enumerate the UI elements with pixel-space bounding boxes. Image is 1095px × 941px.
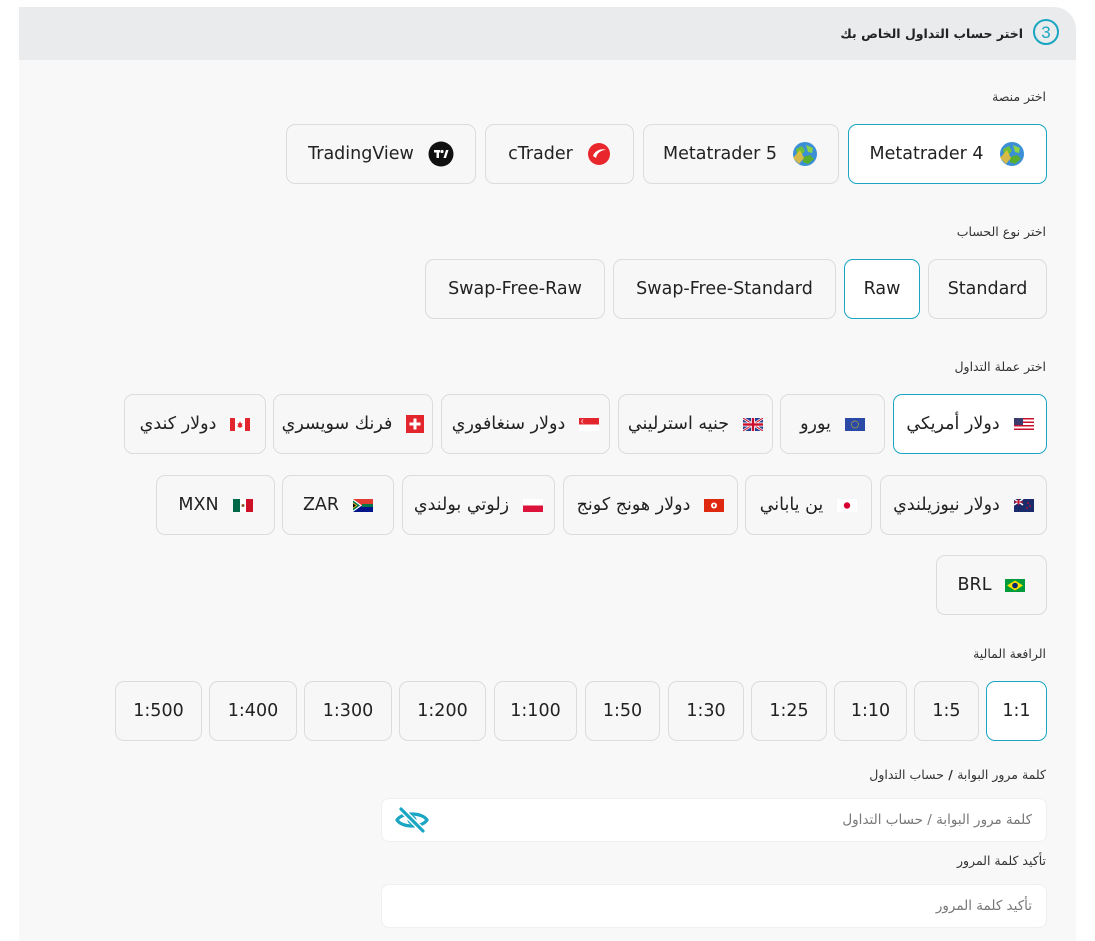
currency-option-cad[interactable]: دولار كندي [124, 394, 266, 454]
currency-option-label: MXN [178, 495, 219, 515]
sg-flag-icon [579, 417, 600, 431]
leverage-option-label: 1:25 [769, 701, 809, 721]
leverage-option-label: 1:50 [602, 701, 643, 721]
currency-option-sgd[interactable]: دولار سنغافوري [441, 394, 610, 454]
pl-flag-icon [523, 498, 544, 512]
leverage-option-1-400[interactable]: 1:400 [209, 681, 297, 741]
step-number-badge: 3 [1033, 19, 1059, 45]
currency-option-label: ين ياباني [759, 495, 824, 515]
account-type-raw[interactable]: Raw [844, 259, 920, 319]
currency-option-label: يورو [800, 414, 831, 434]
hk-flag-icon [704, 498, 725, 512]
leverage-option-1-200[interactable]: 1:200 [399, 681, 486, 741]
currency-option-hkd[interactable]: دولار هونج كونج [563, 475, 738, 535]
leverage-option-1-10[interactable]: 1:10 [834, 681, 907, 741]
account-type-swap-free-raw[interactable]: Swap-Free-Raw [425, 259, 605, 319]
leverage-label: الرافعة المالية [973, 646, 1046, 661]
account-type-option-label: Swap-Free-Raw [448, 279, 582, 299]
leverage-option-label: 1:10 [850, 701, 891, 721]
currency-option-chf[interactable]: فرنك سويسري [273, 394, 433, 454]
eye-slash-icon[interactable] [394, 805, 430, 839]
us-flag-icon [1013, 417, 1034, 431]
nz-flag-icon [1013, 498, 1034, 512]
password-input[interactable]: كلمة مرور البوابة / حساب التداول [381, 798, 1047, 842]
account-type-label: اختر نوع الحساب [956, 224, 1046, 239]
password-label-separator: / [943, 767, 958, 782]
currency-option-eur[interactable]: يورو [780, 394, 885, 454]
platform-option-mt4[interactable]: Metatrader 4 [848, 124, 1047, 184]
jp-flag-icon [837, 498, 858, 512]
currency-option-usd[interactable]: دولار أمريكي [893, 394, 1047, 454]
currency-option-brl[interactable]: BRL [936, 555, 1047, 615]
confirm-password-input[interactable]: تأكيد كلمة المرور [381, 884, 1047, 928]
currency-option-label: ZAR [302, 495, 340, 515]
currency-option-gbp[interactable]: جنيه استرليني [618, 394, 773, 454]
leverage-option-label: 1:400 [227, 701, 279, 721]
account-type-option-label: Swap-Free-Standard [636, 279, 813, 299]
currency-option-label: فرنك سويسري [281, 414, 393, 434]
currency-option-mxn[interactable]: MXN [156, 475, 275, 535]
ca-flag-icon [230, 417, 251, 431]
eu-flag-icon [844, 417, 865, 431]
confirm-password-label: تأكيد كلمة المرور [956, 853, 1046, 868]
leverage-option-1-25[interactable]: 1:25 [751, 681, 827, 741]
platform-option-mt5[interactable]: Metatrader 5 [643, 124, 839, 184]
password-placeholder: كلمة مرور البوابة / حساب التداول [842, 812, 1032, 828]
leverage-option-1-100[interactable]: 1:100 [494, 681, 577, 741]
currency-option-label: زلوتي بولندي [413, 495, 510, 515]
password-label-rest: حساب التداول [869, 767, 944, 782]
platform-option-label: TradingView [308, 144, 414, 164]
mx-flag-icon [232, 498, 253, 512]
account-type-swap-free-standard[interactable]: Swap-Free-Standard [613, 259, 836, 319]
currency-label: اختر عملة التداول [954, 359, 1046, 374]
account-type-option-label: Raw [863, 279, 901, 299]
currency-option-pln[interactable]: زلوتي بولندي [402, 475, 555, 535]
currency-option-label: دولار نيوزيلندي [893, 495, 1000, 515]
currency-option-label: BRL [957, 575, 992, 595]
currency-option-label: دولار هونج كونج [576, 495, 691, 515]
password-label: كلمة مرور البوابة / حساب التداول [869, 767, 1046, 782]
leverage-option-1-5[interactable]: 1:5 [914, 681, 979, 741]
panel-header: 3 اختر حساب التداول الخاص بك [19, 7, 1076, 60]
platform-option-label: Metatrader 4 [869, 144, 984, 164]
metatrader-globe-icon [791, 140, 819, 168]
ctrader-logo-icon [587, 142, 611, 166]
ch-flag-icon [406, 415, 425, 433]
tradingview-logo-icon [428, 141, 454, 167]
currency-option-label: دولار سنغافوري [451, 414, 566, 434]
leverage-option-label: 1:5 [932, 701, 961, 721]
leverage-option-label: 1:200 [417, 701, 468, 721]
leverage-option-1-500[interactable]: 1:500 [115, 681, 202, 741]
account-type-option-label: Standard [947, 279, 1028, 299]
platform-option-label: Metatrader 5 [663, 144, 777, 164]
currency-option-label: جنيه استرليني [627, 414, 730, 434]
currency-option-zar[interactable]: ZAR [282, 475, 394, 535]
panel-title: اختر حساب التداول الخاص بك [840, 26, 1023, 41]
metatrader-globe-icon [998, 140, 1026, 168]
za-flag-icon [353, 498, 374, 512]
leverage-option-label: 1:500 [133, 701, 184, 721]
platform-label: اختر منصة [992, 89, 1046, 104]
platform-option-tradingview[interactable]: TradingView [286, 124, 476, 184]
password-label-main: كلمة مرور البوابة [957, 767, 1046, 782]
leverage-option-label: 1:30 [686, 701, 726, 721]
leverage-option-label: 1:300 [322, 701, 374, 721]
platform-option-ctrader[interactable]: cTrader [485, 124, 634, 184]
leverage-option-label: 1:100 [510, 701, 561, 721]
currency-option-jpy[interactable]: ين ياباني [745, 475, 872, 535]
br-flag-icon [1005, 578, 1026, 592]
gb-flag-icon [743, 417, 764, 431]
leverage-option-1-30[interactable]: 1:30 [668, 681, 744, 741]
leverage-option-1-50[interactable]: 1:50 [585, 681, 660, 741]
leverage-option-1-300[interactable]: 1:300 [304, 681, 392, 741]
confirm-password-placeholder: تأكيد كلمة المرور [935, 898, 1032, 914]
leverage-option-1-1[interactable]: 1:1 [986, 681, 1047, 741]
platform-option-label: cTrader [508, 144, 573, 164]
currency-option-label: دولار كندي [139, 414, 217, 434]
leverage-option-label: 1:1 [1002, 701, 1031, 721]
currency-option-label: دولار أمريكي [906, 414, 1000, 434]
account-type-standard[interactable]: Standard [928, 259, 1047, 319]
currency-option-nzd[interactable]: دولار نيوزيلندي [880, 475, 1047, 535]
